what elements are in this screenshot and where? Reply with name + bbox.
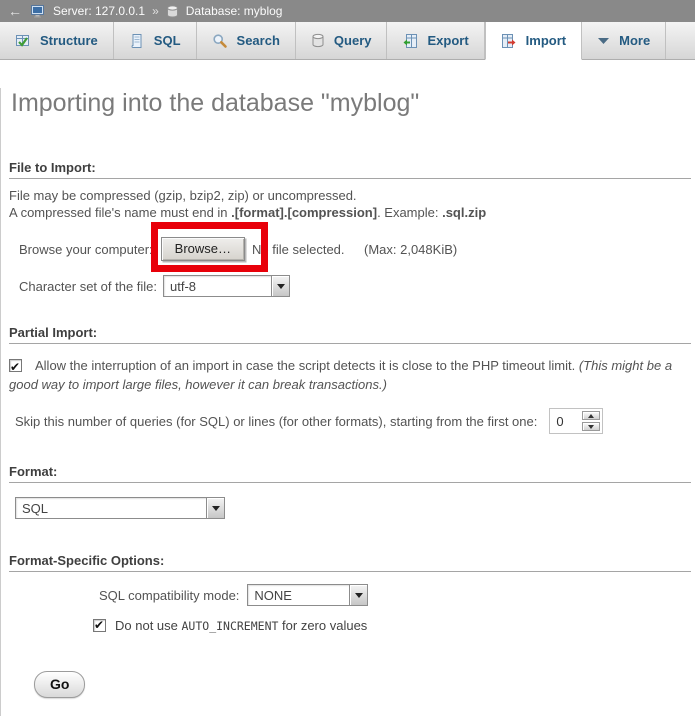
breadcrumb-database[interactable]: Database: myblog: [186, 4, 283, 18]
skip-queries-label: Skip this number of queries (for SQL) or…: [15, 414, 537, 429]
chevron-down-icon: [597, 37, 610, 45]
skip-queries-input[interactable]: 0: [549, 408, 603, 434]
query-database-icon: [311, 33, 325, 48]
charset-selected-value: utf-8: [164, 276, 271, 296]
name-rule-pattern: .[format].[compression]: [231, 205, 377, 220]
auto-increment-prefix: Do not use: [115, 618, 182, 633]
breadcrumb: ← Server: 127.0.0.1 » Database: myblog: [0, 0, 695, 22]
format-select[interactable]: SQL: [15, 497, 225, 519]
sql-compat-label: SQL compatibility mode:: [99, 588, 239, 603]
auto-increment-row: Do not use AUTO_INCREMENT for zero value…: [1, 618, 695, 633]
name-rule-mid: . Example:: [377, 205, 442, 220]
section-heading-format-specific-options: Format-Specific Options:: [9, 553, 691, 572]
file-upload-row: Browse your computer: Browse… No file se…: [1, 227, 695, 271]
sql-compat-selected-value: NONE: [248, 585, 349, 605]
format-selected-value: SQL: [16, 498, 206, 518]
import-icon: [501, 33, 517, 49]
tab-sql[interactable]: SQL: [114, 22, 197, 59]
sql-page-icon: [129, 33, 145, 49]
search-icon: [212, 33, 228, 49]
section-heading-format: Format:: [9, 464, 691, 483]
tab-label: Search: [237, 33, 280, 48]
tab-more[interactable]: More: [582, 22, 666, 59]
auto-increment-checkbox[interactable]: [93, 619, 106, 632]
skip-queries-value[interactable]: 0: [552, 413, 582, 430]
server-icon: [31, 5, 46, 18]
page-title: Importing into the database "myblog": [11, 88, 687, 118]
tab-import[interactable]: Import: [485, 22, 582, 60]
max-upload-size: (Max: 2,048KiB): [364, 242, 457, 257]
tab-label: Query: [334, 33, 372, 48]
dropdown-arrow-icon[interactable]: [271, 276, 289, 296]
tab-search[interactable]: Search: [197, 22, 296, 59]
go-row: Go: [1, 671, 695, 698]
spinner-down-button[interactable]: [582, 422, 600, 431]
section-heading-partial-import: Partial Import:: [9, 325, 691, 344]
export-icon: [402, 33, 418, 49]
go-button[interactable]: Go: [34, 671, 85, 698]
database-icon: [166, 5, 179, 18]
allow-interrupt-row: Allow the interruption of an import in c…: [9, 356, 685, 394]
auto-increment-text: Do not use AUTO_INCREMENT for zero value…: [115, 618, 367, 633]
auto-increment-code: AUTO_INCREMENT: [182, 619, 279, 633]
phpmyadmin-import-page: ← Server: 127.0.0.1 » Database: myblog S…: [0, 0, 695, 716]
tab-query[interactable]: Query: [296, 22, 388, 59]
tab-label: SQL: [154, 33, 181, 48]
allow-interrupt-text: Allow the interruption of an import in c…: [35, 358, 579, 373]
section-heading-file-to-import: File to Import:: [9, 160, 691, 179]
browse-button[interactable]: Browse…: [161, 237, 245, 261]
dropdown-arrow-icon[interactable]: [349, 585, 367, 605]
tab-structure[interactable]: Structure: [0, 22, 114, 59]
tab-label: Export: [427, 33, 468, 48]
dropdown-arrow-icon[interactable]: [206, 498, 224, 518]
sql-compat-select[interactable]: NONE: [247, 584, 368, 606]
allow-interrupt-checkbox[interactable]: [9, 359, 22, 372]
main-content: Importing into the database "myblog" Fil…: [0, 88, 695, 716]
back-icon[interactable]: ←: [6, 3, 24, 19]
tab-label: Import: [526, 33, 566, 48]
skip-queries-row: Skip this number of queries (for SQL) or…: [1, 408, 695, 434]
breadcrumb-separator: »: [152, 4, 159, 18]
format-row: SQL: [1, 497, 695, 519]
tab-label: Structure: [40, 33, 98, 48]
charset-select[interactable]: utf-8: [163, 275, 290, 297]
sql-compat-row: SQL compatibility mode: NONE: [1, 584, 695, 606]
tab-bar: Structure SQL Search Query Export: [0, 22, 695, 60]
name-rule-example: .sql.zip: [442, 205, 486, 220]
breadcrumb-server[interactable]: Server: 127.0.0.1: [53, 4, 145, 18]
auto-increment-suffix: for zero values: [278, 618, 367, 633]
structure-icon: [15, 33, 31, 49]
charset-row: Character set of the file: utf-8: [1, 273, 695, 299]
tab-export[interactable]: Export: [387, 22, 484, 59]
browse-label: Browse your computer:: [19, 242, 153, 257]
compression-info-line: File may be compressed (gzip, bzip2, zip…: [9, 187, 687, 221]
spinner-up-button[interactable]: [582, 411, 600, 420]
no-file-selected-text: No file selected.: [252, 242, 345, 257]
charset-label: Character set of the file:: [19, 279, 157, 294]
name-rule-prefix: A compressed file's name must end in: [9, 205, 231, 220]
compression-info-text: File may be compressed (gzip, bzip2, zip…: [9, 188, 357, 203]
tab-label: More: [619, 33, 650, 48]
